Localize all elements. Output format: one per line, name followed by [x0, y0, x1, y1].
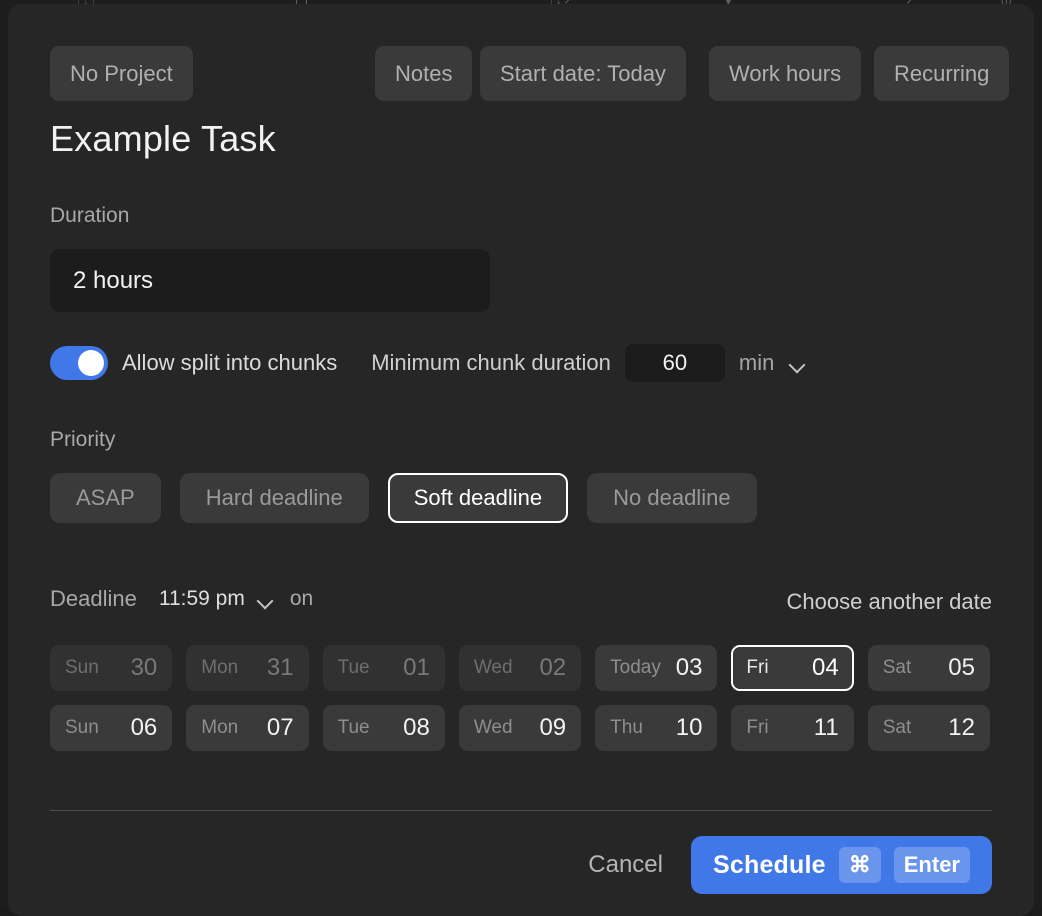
date-cell-day-number: 12 — [948, 714, 975, 742]
date-cell-weekday: Sun — [65, 657, 99, 679]
schedule-task-modal: No Project Notes Start date: Today Work … — [8, 4, 1034, 916]
date-cell-weekday: Thu — [610, 717, 643, 739]
date-cell[interactable]: Sat 05 — [868, 645, 990, 691]
project-selector-button[interactable]: No Project — [50, 46, 193, 101]
date-cell[interactable]: Fri 11 — [731, 705, 853, 751]
footer-divider — [50, 810, 992, 811]
date-cell-day-number: 31 — [267, 654, 294, 682]
cancel-button[interactable]: Cancel — [582, 843, 669, 887]
priority-section-label: Priority — [50, 428, 115, 452]
chevron-down-icon[interactable] — [258, 595, 273, 604]
date-cell[interactable]: Wed 09 — [459, 705, 581, 751]
date-cell-weekday: Sun — [65, 717, 99, 739]
date-cell-day-number: 04 — [812, 654, 839, 682]
date-cell-weekday: Mon — [201, 717, 238, 739]
date-cell-day-number: 01 — [403, 654, 430, 682]
date-cell-weekday: Tue — [338, 717, 370, 739]
minimum-chunk-duration-input[interactable] — [625, 344, 725, 382]
schedule-button[interactable]: Schedule ⌘ Enter — [691, 836, 992, 894]
allow-split-into-chunks-label: Allow split into chunks — [122, 350, 337, 376]
date-cell-weekday: Fri — [746, 717, 768, 739]
deadline-time-value[interactable]: 11:59 pm — [159, 587, 245, 611]
start-date-label: Start date: Today — [500, 61, 666, 87]
priority-option-hard-deadline[interactable]: Hard deadline — [180, 473, 369, 523]
minimum-chunk-unit-label: min — [739, 350, 774, 376]
date-cell-day-number: 08 — [403, 714, 430, 742]
date-cell-day-number: 10 — [676, 714, 703, 742]
date-cell-weekday: Sat — [883, 657, 912, 679]
allow-split-into-chunks-toggle[interactable] — [50, 346, 108, 380]
modal-footer: Cancel Schedule ⌘ Enter — [582, 836, 992, 894]
date-cell-day-number: 05 — [948, 654, 975, 682]
date-cell[interactable]: Sun 06 — [50, 705, 172, 751]
date-cell-weekday: Tue — [338, 657, 370, 679]
recurring-label: Recurring — [894, 61, 989, 87]
project-selector-label: No Project — [70, 61, 173, 87]
date-cell[interactable]: Wed 02 — [459, 645, 581, 691]
date-cell-weekday: Today — [610, 657, 661, 679]
date-cell-weekday: Fri — [746, 657, 768, 679]
notes-label: Notes — [395, 61, 452, 87]
date-cell[interactable]: Fri 04 — [731, 645, 853, 691]
date-cell-weekday: Sat — [883, 717, 912, 739]
task-attribute-pill-row: No Project Notes Start date: Today Work … — [50, 46, 992, 101]
priority-option-soft-deadline[interactable]: Soft deadline — [388, 473, 568, 523]
toggle-knob — [78, 350, 104, 376]
schedule-button-label: Schedule — [713, 851, 826, 880]
priority-option-no-deadline[interactable]: No deadline — [587, 473, 756, 523]
chevron-down-icon[interactable] — [790, 359, 805, 368]
date-cell-day-number: 11 — [814, 714, 839, 742]
date-cell-day-number: 03 — [676, 654, 703, 682]
date-cell-weekday: Mon — [201, 657, 238, 679]
duration-input[interactable] — [50, 249, 490, 312]
date-cell[interactable]: Thu 10 — [595, 705, 717, 751]
date-cell[interactable]: Sun 30 — [50, 645, 172, 691]
date-cell-day-number: 30 — [131, 654, 158, 682]
work-hours-label: Work hours — [729, 61, 841, 87]
deadline-date-grid: Sun 30 Mon 31 Tue 01 Wed 02 Today 03 Fri 04 Sat 05 Sun… — [50, 645, 990, 751]
choose-another-date-button[interactable]: Choose another date — [787, 589, 993, 615]
date-cell-day-number: 02 — [539, 654, 566, 682]
date-cell[interactable]: Today 03 — [595, 645, 717, 691]
date-cell[interactable]: Mon 31 — [186, 645, 308, 691]
date-cell-day-number: 06 — [131, 714, 158, 742]
task-title[interactable]: Example Task — [50, 118, 276, 160]
command-key-icon: ⌘ — [839, 847, 881, 883]
recurring-button[interactable]: Recurring — [874, 46, 1009, 101]
date-cell-day-number: 07 — [267, 714, 294, 742]
enter-key-label: Enter — [894, 847, 970, 883]
deadline-label: Deadline — [50, 586, 137, 612]
start-date-button[interactable]: Start date: Today — [480, 46, 686, 101]
date-cell-weekday: Wed — [474, 657, 513, 679]
date-cell[interactable]: Tue 01 — [323, 645, 445, 691]
deadline-row: Deadline 11:59 pm on — [50, 586, 313, 612]
priority-option-asap[interactable]: ASAP — [50, 473, 161, 523]
work-hours-button[interactable]: Work hours — [709, 46, 861, 101]
date-cell-day-number: 09 — [539, 714, 566, 742]
deadline-on-label: on — [290, 587, 313, 611]
date-cell[interactable]: Mon 07 — [186, 705, 308, 751]
notes-button[interactable]: Notes — [375, 46, 472, 101]
priority-option-group: ASAP Hard deadline Soft deadline No deadlin… — [50, 473, 757, 523]
minimum-chunk-duration-label: Minimum chunk duration — [371, 350, 611, 376]
date-cell[interactable]: Sat 12 — [868, 705, 990, 751]
date-cell-weekday: Wed — [474, 717, 513, 739]
chunk-settings-row: Allow split into chunks Minimum chunk du… — [50, 342, 805, 384]
date-cell[interactable]: Tue 08 — [323, 705, 445, 751]
duration-section-label: Duration — [50, 204, 129, 228]
